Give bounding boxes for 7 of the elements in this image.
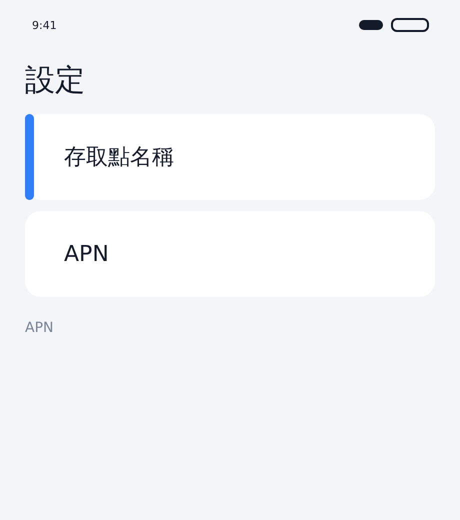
signal-icon [359, 20, 383, 30]
status-time: 9:41 [32, 18, 57, 32]
settings-item[interactable]: APN [25, 211, 435, 297]
battery-icon [391, 18, 429, 32]
section-caption: APN [25, 320, 54, 336]
settings-item[interactable]: 存取點名稱 [25, 114, 435, 200]
page-title: 設定 [25, 62, 86, 100]
